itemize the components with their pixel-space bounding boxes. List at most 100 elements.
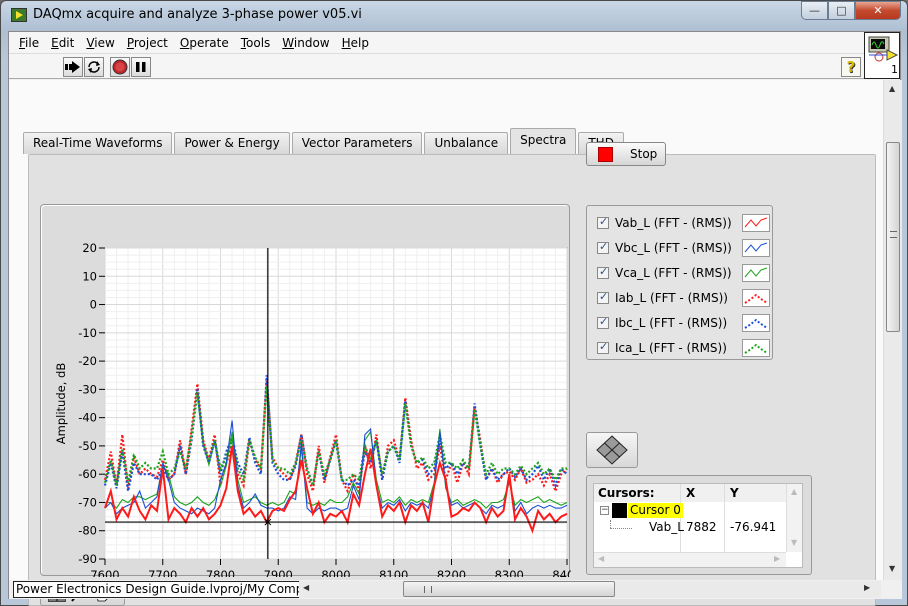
menu-edit[interactable]: Edit [45, 36, 80, 50]
legend-line-swatch[interactable] [742, 264, 770, 282]
cursor-table[interactable]: Cursors: X Y − Cursor 0 Vab_L 7882 -76.9… [593, 483, 803, 568]
panel-vertical-scrollbar[interactable]: ▲ ▼ [883, 80, 902, 580]
horizontal-scroll-thumb[interactable] [403, 581, 615, 597]
legend-item: Iab_L (FFT - (RMS)) [597, 288, 770, 308]
run-button[interactable] [63, 57, 83, 77]
scroll-down-arrow-icon[interactable]: ▼ [889, 564, 895, 573]
pause-button[interactable] [131, 57, 151, 77]
plot-visibility-checkbox[interactable] [597, 240, 609, 254]
tree-line [610, 520, 611, 528]
legend-line-swatch[interactable] [742, 239, 770, 257]
x-tick-label: 8200 [437, 568, 466, 577]
menu-accelerator: W [282, 35, 294, 50]
menu-operate[interactable]: Operate [174, 36, 235, 50]
cursor-y-value[interactable]: -76.941 [730, 520, 776, 534]
menu-accelerator: H [341, 35, 351, 50]
vi-connector-icon[interactable]: 1 [864, 32, 900, 79]
cursor-x-value[interactable]: 7882 [686, 520, 717, 534]
legend-label[interactable]: Ica_L (FFT - (RMS)) [615, 341, 742, 355]
vertical-scroll-thumb[interactable] [886, 142, 900, 332]
tab-real-time-waveforms[interactable]: Real-Time Waveforms [23, 132, 173, 154]
menu-window[interactable]: Window [276, 36, 335, 50]
legend-label[interactable]: Vab_L (FFT - (RMS)) [615, 216, 742, 230]
menu-help[interactable]: Help [336, 36, 375, 50]
cursor-legend: Cursors: X Y − Cursor 0 Vab_L 7882 -76.9… [586, 475, 812, 575]
legend-item: Vab_L (FFT - (RMS)) [597, 213, 770, 233]
scroll-left-arrow-icon[interactable]: ◀ [598, 554, 604, 563]
menu-project[interactable]: Project [121, 36, 174, 50]
menu-tools[interactable]: Tools [235, 36, 277, 50]
scroll-left-arrow-icon[interactable]: ◀ [303, 583, 309, 592]
run-arrow-icon [65, 61, 80, 73]
stop-indicator-icon [598, 146, 613, 162]
window-frame: DAQmx acquire and analyze 3-phase power … [0, 0, 908, 606]
title-bar[interactable]: DAQmx acquire and analyze 3-phase power … [1, 1, 907, 31]
legend-label[interactable]: Ibc_L (FFT - (RMS)) [615, 316, 742, 330]
menu-label-rest: dit [58, 35, 75, 50]
y-tick-label: -90 [78, 552, 97, 566]
y-tick-label: -50 [78, 439, 97, 453]
scroll-right-arrow-icon[interactable]: ▶ [864, 583, 870, 592]
legend-label[interactable]: Vca_L (FFT - (RMS)) [615, 266, 742, 280]
plot-legend: Vab_L (FFT - (RMS)) Vbc_L (FFT - (RMS)) Vc… [586, 205, 773, 360]
front-panel: Real-Time Waveforms Power & Energy Vector … [9, 80, 883, 606]
legend-line-swatch[interactable] [742, 214, 770, 232]
legend-label[interactable]: Vbc_L (FFT - (RMS)) [615, 241, 742, 255]
menu-view[interactable]: View [80, 36, 120, 50]
abort-button[interactable] [110, 57, 130, 77]
cursor-table-hscroll[interactable]: ◀ ▶ [594, 552, 786, 567]
maximize-button[interactable]: □ [828, 1, 855, 20]
tab-spectra[interactable]: Spectra [510, 128, 577, 154]
menu-label-rest: perate [189, 35, 229, 50]
context-help-button[interactable]: ? [841, 57, 861, 77]
cursor-name[interactable]: Cursor 0 [628, 503, 683, 518]
abort-execution-icon [112, 59, 128, 75]
scroll-right-arrow-icon[interactable]: ▶ [774, 554, 780, 563]
x-tick-label: 7800 [206, 568, 235, 577]
scroll-up-arrow-icon[interactable]: ▲ [791, 487, 797, 496]
tab-unbalance[interactable]: Unbalance [424, 132, 509, 154]
x-tick-label: 7900 [264, 568, 293, 577]
stop-button[interactable]: Stop [586, 142, 666, 166]
menu-accelerator: P [126, 35, 134, 50]
x-tick-label: 8100 [379, 568, 408, 577]
legend-line-swatch[interactable] [742, 289, 770, 307]
tab-vector-parameters[interactable]: Vector Parameters [291, 132, 423, 154]
cursor-table-vscroll[interactable]: ▲ ▼ [786, 484, 802, 552]
y-tick-label: -30 [78, 382, 97, 396]
plot-visibility-checkbox[interactable] [597, 340, 609, 354]
cursor-table-header: Cursors: X Y [594, 484, 786, 502]
plot-visibility-checkbox[interactable] [597, 290, 609, 304]
legend-line-swatch[interactable] [742, 339, 770, 357]
spectrum-plot[interactable]: 20 10 0 -10 -20 -30 -40 -50 -60 -70 -80 -90 7600 7700… [41, 205, 571, 577]
cursor-plot-name: Vab_L [649, 520, 684, 534]
close-icon: ✕ [873, 4, 883, 17]
cursor-mover-diamond-icon [596, 435, 628, 465]
menu-file[interactable]: File [13, 36, 45, 50]
toolbar [9, 53, 865, 79]
legend-line-swatch[interactable] [742, 314, 770, 332]
x-tick-label: 8400 [552, 568, 571, 577]
tab-power-energy[interactable]: Power & Energy [174, 132, 290, 154]
collapse-toggle-icon[interactable]: − [600, 506, 609, 515]
scroll-up-arrow-icon[interactable]: ▲ [889, 84, 895, 93]
plot-visibility-checkbox[interactable] [597, 315, 609, 329]
legend-label[interactable]: Iab_L (FFT - (RMS)) [615, 291, 742, 305]
y-axis-label: Amplitude, dB [54, 363, 68, 445]
panel-horizontal-scrollbar[interactable]: ◀ ▶ [299, 581, 881, 598]
scroll-down-arrow-icon[interactable]: ▼ [791, 538, 797, 547]
y-tick-label: 20 [82, 241, 97, 255]
menu-label-rest: elp [350, 35, 369, 50]
vi-front-panel-window: File Edit View Project Operate Tools Window Hel… [8, 31, 902, 606]
column-divider [724, 484, 725, 552]
pause-icon [136, 62, 146, 72]
plot-visibility-checkbox[interactable] [597, 215, 609, 229]
run-continuously-button[interactable] [84, 57, 104, 77]
plot-visibility-checkbox[interactable] [597, 265, 609, 279]
cursor-mover-button[interactable] [586, 432, 638, 468]
close-button[interactable]: ✕ [855, 1, 901, 20]
cursor-color-swatch[interactable] [612, 503, 627, 518]
minimize-button[interactable]: — [801, 1, 828, 20]
legend-item: Vbc_L (FFT - (RMS)) [597, 238, 770, 258]
x-tick-label: 8000 [321, 568, 350, 577]
